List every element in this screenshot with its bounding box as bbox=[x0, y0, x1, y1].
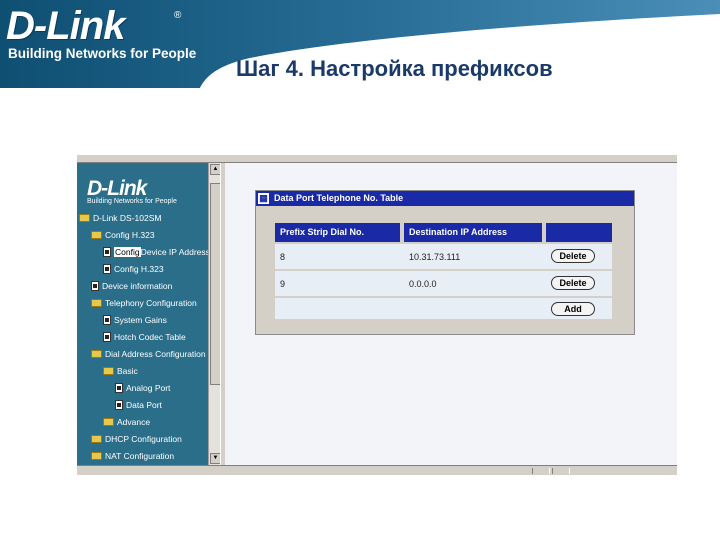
registered-mark: ® bbox=[174, 10, 182, 21]
app-window: D-Link Building Networks for People D-Li… bbox=[77, 155, 677, 475]
panel-titlebar: ▦ Data Port Telephone No. Table bbox=[256, 191, 634, 206]
table-icon: ▦ bbox=[258, 193, 269, 204]
table-row: 9 0.0.0.0 Delete bbox=[275, 271, 612, 296]
page-icon bbox=[103, 264, 111, 274]
ip-cell: 0.0.0.0 bbox=[409, 279, 437, 289]
folder-icon bbox=[91, 452, 102, 460]
tree-item-label: Dial Address Configuration bbox=[105, 349, 206, 359]
column-header-prefix: Prefix Strip Dial No. bbox=[275, 223, 402, 242]
status-segment bbox=[552, 468, 570, 474]
panel-title: Data Port Telephone No. Table bbox=[274, 193, 404, 203]
folder-icon bbox=[91, 435, 102, 443]
page-icon bbox=[91, 281, 99, 291]
tree-item-analog-port[interactable]: Analog Port bbox=[115, 381, 170, 395]
tree-item-label: Device information bbox=[102, 281, 173, 291]
tree-item-label: DHCP Configuration bbox=[105, 434, 182, 444]
tree-item-advance[interactable]: Advance bbox=[103, 415, 150, 429]
prefix-cell: 8 bbox=[280, 252, 286, 262]
tree-item-root[interactable]: D-Link DS-102SM bbox=[79, 211, 162, 225]
status-segment bbox=[532, 468, 550, 474]
tree-item-label: Telephony Configuration bbox=[105, 298, 197, 308]
tree-item-label: Hotch Codec Table bbox=[114, 332, 186, 342]
tree-item-device-ip-address[interactable]: Config Device IP Address bbox=[103, 245, 208, 259]
tree-item-system-gains[interactable]: System Gains bbox=[103, 313, 167, 327]
tree-item-label: Config H.323 bbox=[105, 230, 155, 240]
logo-text: D-Link bbox=[6, 4, 125, 48]
tree-item-config-h323-page[interactable]: Config H.323 bbox=[103, 262, 164, 276]
ip-cell: 10.31.73.111 bbox=[409, 252, 461, 262]
tree-item-device-information[interactable]: Device information bbox=[91, 279, 172, 293]
tree-item-label: System Gains bbox=[114, 315, 167, 325]
content-pane: ▦ Data Port Telephone No. Table Prefix S… bbox=[225, 163, 677, 465]
page-icon bbox=[103, 332, 111, 342]
status-bar bbox=[77, 465, 677, 475]
tree-item-data-port[interactable]: Data Port bbox=[115, 398, 162, 412]
folder-icon bbox=[103, 418, 114, 426]
tree-item-nat-configuration[interactable]: NAT Configuration bbox=[91, 449, 174, 463]
page-icon bbox=[115, 383, 123, 393]
tree-item-codec-table[interactable]: Hotch Codec Table bbox=[103, 330, 186, 344]
tree-logo-tagline: Building Networks for People bbox=[87, 198, 177, 205]
folder-icon bbox=[103, 367, 114, 375]
delete-button[interactable]: Delete bbox=[551, 276, 595, 290]
page-icon bbox=[103, 315, 111, 325]
tree-item-config-h323[interactable]: Config H.323 bbox=[91, 228, 155, 242]
tree-item-dial-address-configuration[interactable]: Dial Address Configuration bbox=[91, 347, 206, 361]
tree-item-label: Config H.323 bbox=[114, 264, 164, 274]
delete-button[interactable]: Delete bbox=[551, 249, 595, 263]
table-row-add: Add bbox=[275, 298, 612, 319]
tree-item-label: Device IP Address bbox=[140, 247, 208, 257]
tree-item-label: Data Port bbox=[126, 400, 162, 410]
prefix-cell: 9 bbox=[280, 279, 286, 289]
tree-item-dhcp-configuration[interactable]: DHCP Configuration bbox=[91, 432, 182, 446]
tree-item-basic[interactable]: Basic bbox=[103, 364, 138, 378]
column-header-actions bbox=[546, 223, 612, 242]
folder-icon bbox=[91, 231, 102, 239]
folder-icon bbox=[91, 350, 102, 358]
window-top-bar bbox=[77, 155, 677, 163]
dlink-logo: D-Link ® Building Networks for People bbox=[6, 4, 196, 66]
tree-item-label: NAT Configuration bbox=[105, 451, 175, 461]
folder-icon bbox=[79, 214, 90, 222]
folder-icon bbox=[91, 299, 102, 307]
slide-title: Шаг 4. Настройка префиксов bbox=[236, 56, 553, 81]
add-button[interactable]: Add bbox=[551, 302, 595, 316]
data-port-table-panel: ▦ Data Port Telephone No. Table Prefix S… bbox=[255, 190, 635, 335]
tree-item-label: Advance bbox=[117, 417, 151, 427]
tree-item-telephony-configuration[interactable]: Telephony Configuration bbox=[91, 296, 197, 310]
page-icon bbox=[115, 400, 123, 410]
page-icon bbox=[103, 247, 111, 257]
logo-tagline: Building Networks for People bbox=[8, 46, 197, 61]
tree-item-label: D-Link DS-102SM bbox=[93, 213, 162, 223]
tree-item-label: Analog Port bbox=[126, 383, 171, 393]
tree-item-label: Basic bbox=[117, 366, 138, 376]
column-header-destination-ip: Destination IP Address bbox=[404, 223, 544, 242]
tree-logo: D-Link Building Networks for People bbox=[87, 177, 177, 205]
navigation-tree-pane: D-Link Building Networks for People D-Li… bbox=[77, 163, 208, 465]
table-row: 8 10.31.73.111 Delete bbox=[275, 244, 612, 269]
tree-item-selected-label: Config bbox=[114, 247, 141, 257]
